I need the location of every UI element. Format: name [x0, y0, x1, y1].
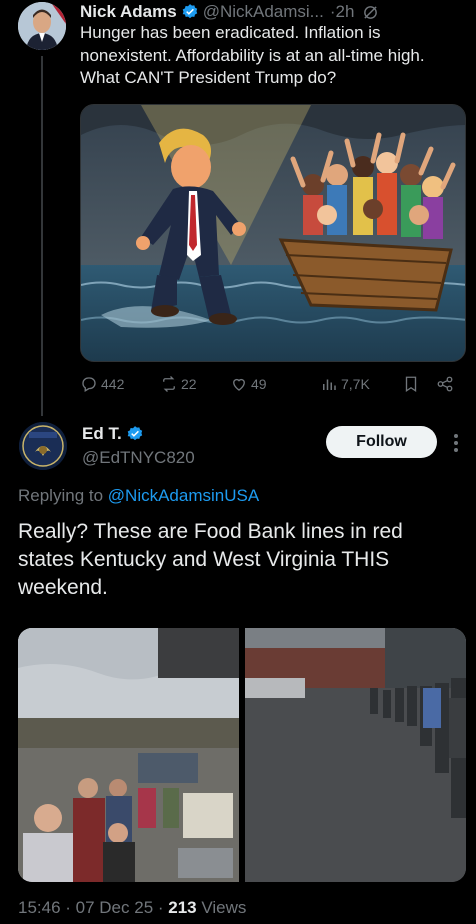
- media-grid: [18, 628, 466, 882]
- grok-icon[interactable]: [362, 4, 379, 21]
- author-name: Ed T.: [82, 424, 148, 444]
- author-handle[interactable]: @EdTNYC820: [82, 448, 195, 468]
- tweet-header: Nick Adams @NickAdamsi... ·2h: [80, 0, 470, 24]
- views-label: Views: [196, 898, 247, 917]
- bookmark-icon: [405, 376, 417, 393]
- reply-count: 442: [101, 376, 125, 392]
- replying-to-link[interactable]: @NickAdamsinUSA: [108, 486, 259, 505]
- author-name-text[interactable]: Ed T.: [82, 424, 122, 444]
- replying-prefix: Replying to: [18, 486, 108, 505]
- views-count: 213: [168, 898, 197, 917]
- share-icon: [437, 376, 453, 392]
- like-button[interactable]: 49: [230, 375, 267, 393]
- views-count: 7,7K: [341, 376, 370, 392]
- tweet-text: Really? These are Food Bank lines in red…: [18, 520, 403, 599]
- author-handle[interactable]: @NickAdamsi...: [203, 2, 324, 22]
- author-name[interactable]: Nick Adams: [80, 2, 177, 22]
- tweet-text: Hunger has been eradicated. Inflation is…: [80, 23, 425, 87]
- photo-food-bank-line-left[interactable]: [18, 628, 239, 882]
- photo-food-bank-line-right[interactable]: [245, 628, 466, 882]
- thread-line: [41, 56, 43, 416]
- reply-icon: [82, 377, 96, 392]
- replying-to: Replying to @NickAdamsinUSA: [18, 486, 259, 506]
- heart-icon: [233, 378, 245, 391]
- views-button[interactable]: 7,7K: [320, 375, 370, 393]
- tweet-footer: 15:46 · 07 Dec 25 · 213 Views: [18, 898, 246, 918]
- timestamp[interactable]: ·2h: [330, 2, 355, 22]
- verified-icon: [127, 426, 142, 441]
- cartoon-illustration: [81, 105, 465, 361]
- bookmark-button[interactable]: [402, 375, 420, 393]
- views-icon: [323, 379, 336, 390]
- share-button[interactable]: [436, 375, 454, 393]
- avatar[interactable]: [18, 2, 66, 50]
- tweet-actions: 442 22 49 7,7K: [80, 372, 466, 396]
- avatar-seal[interactable]: [19, 422, 67, 470]
- like-count: 49: [251, 376, 267, 392]
- post-datetime: 15:46 · 07 Dec 25 ·: [18, 898, 169, 917]
- retweet-count: 22: [181, 376, 197, 392]
- retweet-button[interactable]: 22: [160, 375, 197, 393]
- more-icon[interactable]: [450, 432, 462, 454]
- retweet-icon: [163, 376, 175, 392]
- follow-button[interactable]: Follow: [326, 426, 437, 458]
- verified-icon: [182, 4, 197, 19]
- reply-button[interactable]: 442: [80, 375, 124, 393]
- tweet-image[interactable]: [80, 104, 466, 362]
